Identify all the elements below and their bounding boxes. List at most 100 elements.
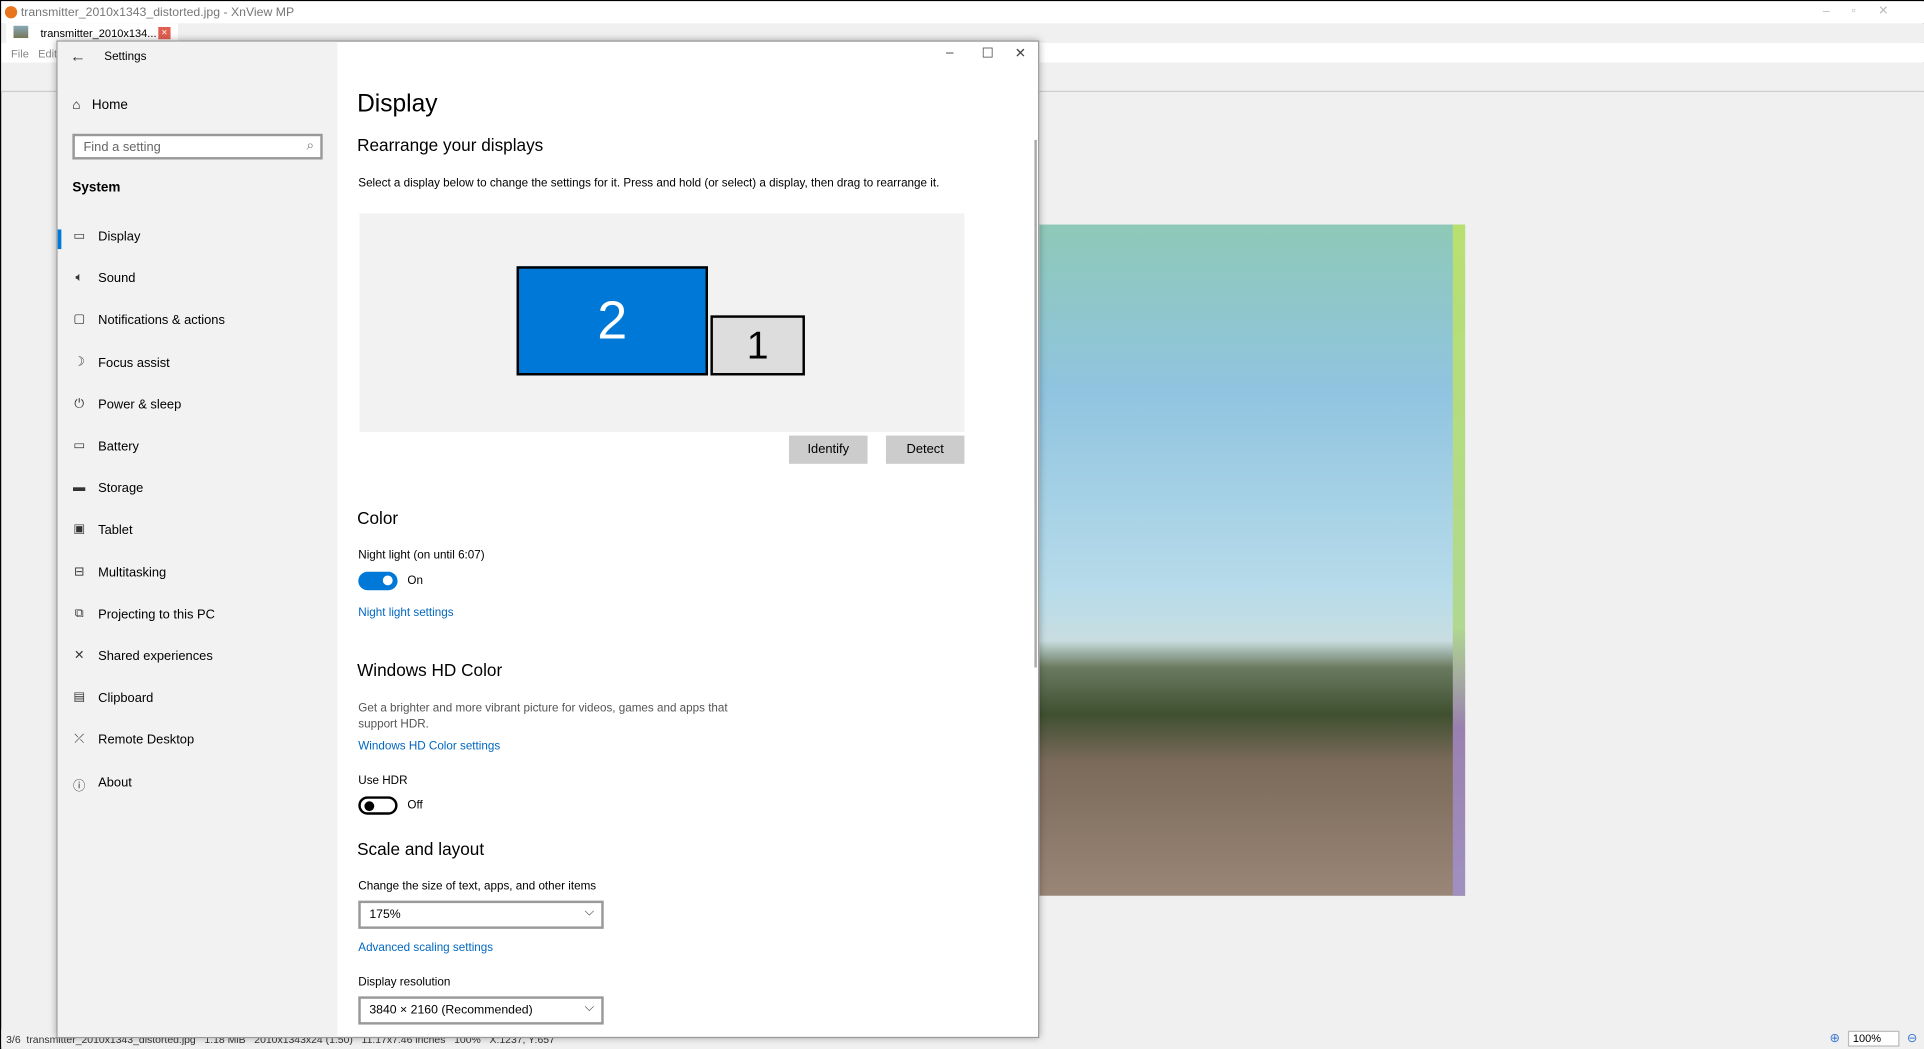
scale-label: Change the size of text, apps, and other… — [358, 879, 597, 894]
display-arrangement: 2 1 — [359, 213, 965, 432]
home-icon: ⌂ — [72, 98, 81, 113]
sidebar-item-multitasking[interactable]: ⊟ Multitasking — [58, 555, 338, 592]
toggle-knob — [364, 801, 375, 812]
sidebar-item-label: Display — [98, 229, 141, 245]
multitasking-icon: ⊟ — [73, 565, 85, 579]
storage-icon: ▬ — [73, 481, 86, 495]
menu-edit[interactable]: Edit — [38, 48, 57, 60]
use-hdr-label: Use HDR — [358, 774, 408, 788]
xnview-window-controls[interactable]: –▫✕ — [1823, 5, 1911, 18]
tab-close-icon[interactable]: × — [158, 26, 171, 40]
scale-value: 175% — [369, 908, 401, 922]
photo-edge-strip — [1452, 224, 1466, 896]
back-arrow-icon[interactable]: ← — [70, 47, 86, 65]
close-button[interactable]: ✕ — [1015, 45, 1026, 62]
sidebar-item-display[interactable]: ▭ Display — [57, 220, 338, 257]
settings-sidebar: ← Settings ⌂ Home Find a setting ⌕ System… — [57, 41, 338, 1037]
resolution-value: 3840 × 2160 (Recommended) — [369, 1003, 533, 1018]
sidebar-item-notifications-actions[interactable]: ▢ Notifications & actions — [58, 304, 338, 341]
zoom-out-icon[interactable]: ⊖ — [1907, 1032, 1917, 1045]
search-input[interactable]: Find a setting ⌕ — [72, 133, 323, 160]
hd-color-heading: Windows HD Color — [357, 660, 503, 680]
notification-icon: ▢ — [73, 313, 85, 327]
resolution-dropdown[interactable]: 3840 × 2160 (Recommended) ⌵ — [358, 996, 604, 1025]
battery-icon: ▭ — [73, 439, 85, 453]
rearrange-description: Select a display below to change the set… — [358, 176, 940, 191]
search-placeholder: Find a setting — [83, 139, 161, 155]
zoom-in-icon[interactable]: ⊕ — [1830, 1032, 1840, 1045]
moon-icon: ☽ — [73, 355, 85, 369]
home-label: Home — [91, 98, 128, 113]
night-light-settings-link[interactable]: Night light settings — [358, 606, 453, 619]
color-heading: Color — [357, 507, 399, 528]
sidebar-item-label: Projecting to this PC — [98, 607, 215, 622]
search-icon[interactable]: ⌕ — [307, 139, 315, 155]
sidebar-item-focus-assist[interactable]: ☽ Focus assist — [58, 346, 338, 383]
hd-color-settings-link[interactable]: Windows HD Color settings — [358, 740, 500, 753]
toggle-knob — [382, 575, 393, 586]
zoom-level-input[interactable]: 100% — [1847, 1030, 1900, 1047]
xnview-logo-icon — [4, 6, 18, 19]
chevron-down-icon: ⌵ — [584, 1001, 594, 1015]
sidebar-item-label: Shared experiences — [98, 649, 213, 664]
rearrange-heading: Rearrange your displays — [357, 134, 544, 155]
advanced-scaling-link[interactable]: Advanced scaling settings — [358, 941, 493, 954]
sidebar-item-sound[interactable]: 🔈︎ Sound — [58, 262, 338, 299]
page-title: Display — [357, 90, 438, 118]
use-hdr-state: Off — [407, 798, 423, 813]
scale-heading: Scale and layout — [357, 839, 485, 859]
sidebar-home[interactable]: ⌂ Home — [72, 98, 127, 113]
sidebar-item-label: About — [98, 774, 132, 790]
menu-file[interactable]: File — [11, 48, 29, 60]
sidebar-item-label: Remote Desktop — [98, 733, 195, 748]
section-heading: System — [72, 180, 121, 196]
tablet-icon: ▣ — [73, 523, 85, 537]
sidebar-item-power-sleep[interactable]: ⏻ Power & sleep — [58, 387, 338, 424]
sidebar-item-tablet[interactable]: ▣ Tablet — [58, 513, 338, 550]
maximize-button[interactable]: ☐ — [982, 45, 994, 62]
scale-dropdown[interactable]: 175% ⌵ — [358, 900, 604, 929]
settings-window: ← Settings ⌂ Home Find a setting ⌕ System… — [56, 40, 1040, 1039]
use-hdr-toggle[interactable] — [358, 796, 398, 815]
sidebar-item-label: Multitasking — [98, 565, 167, 580]
sidebar-item-clipboard[interactable]: ▤ Clipboard — [58, 681, 338, 718]
clipboard-icon: ▤ — [73, 691, 85, 705]
sidebar-item-shared-experiences[interactable]: ✕ Shared experiences — [58, 639, 338, 676]
projecting-icon: ⧉ — [74, 607, 84, 621]
minimize-button[interactable]: – — [946, 45, 954, 60]
identify-button[interactable]: Identify — [788, 435, 868, 464]
sidebar-item-label: Tablet — [98, 523, 133, 538]
power-icon: ⏻ — [74, 397, 84, 411]
sidebar-item-about[interactable]: ⓘ About — [58, 765, 338, 802]
settings-content: – ☐ ✕ Display Rearrange your displays Se… — [337, 42, 1038, 1037]
desktop: transmitter_2010x1343_distorted.jpg - Xn… — [0, 0, 1924, 1049]
speaker-icon: 🔈︎ — [75, 271, 83, 285]
sidebar-item-battery[interactable]: ▭ Battery — [58, 429, 338, 466]
sidebar-item-storage[interactable]: ▬ Storage — [58, 471, 338, 508]
remote-desktop-icon: ⤫ — [74, 733, 85, 747]
sidebar-item-label: Notifications & actions — [98, 313, 225, 329]
scrollbar[interactable] — [1034, 139, 1037, 668]
hd-color-description: Get a brighter and more vibrant picture … — [358, 701, 728, 732]
sidebar-item-remote-desktop[interactable]: ⤫ Remote Desktop — [58, 723, 338, 760]
landscape-photo — [1039, 224, 1466, 896]
settings-title: Settings — [104, 50, 147, 64]
sidebar-item-projecting-to-this-pc[interactable]: ⧉ Projecting to this PC — [58, 597, 338, 634]
detect-button[interactable]: Detect — [885, 435, 965, 464]
monitor-icon: ▭ — [73, 229, 85, 243]
night-light-label: Night light (on until 6:07) — [358, 548, 485, 562]
info-icon: ⓘ — [73, 779, 86, 794]
monitor-1[interactable]: 1 — [710, 315, 805, 376]
night-light-state: On — [407, 574, 423, 588]
chevron-down-icon: ⌵ — [584, 905, 594, 920]
tab-thumbnail-icon — [13, 25, 29, 39]
resolution-label: Display resolution — [358, 975, 451, 989]
sidebar-item-label: Focus assist — [98, 355, 170, 371]
monitor-2[interactable]: 2 — [516, 266, 709, 376]
shared-icon: ✕ — [73, 649, 85, 663]
sidebar-item-label: Sound — [98, 271, 136, 287]
night-light-toggle[interactable] — [358, 571, 398, 591]
sidebar-item-label: Power & sleep — [98, 397, 182, 413]
sidebar-item-label: Battery — [98, 439, 139, 455]
sidebar-item-label: Clipboard — [98, 691, 154, 706]
